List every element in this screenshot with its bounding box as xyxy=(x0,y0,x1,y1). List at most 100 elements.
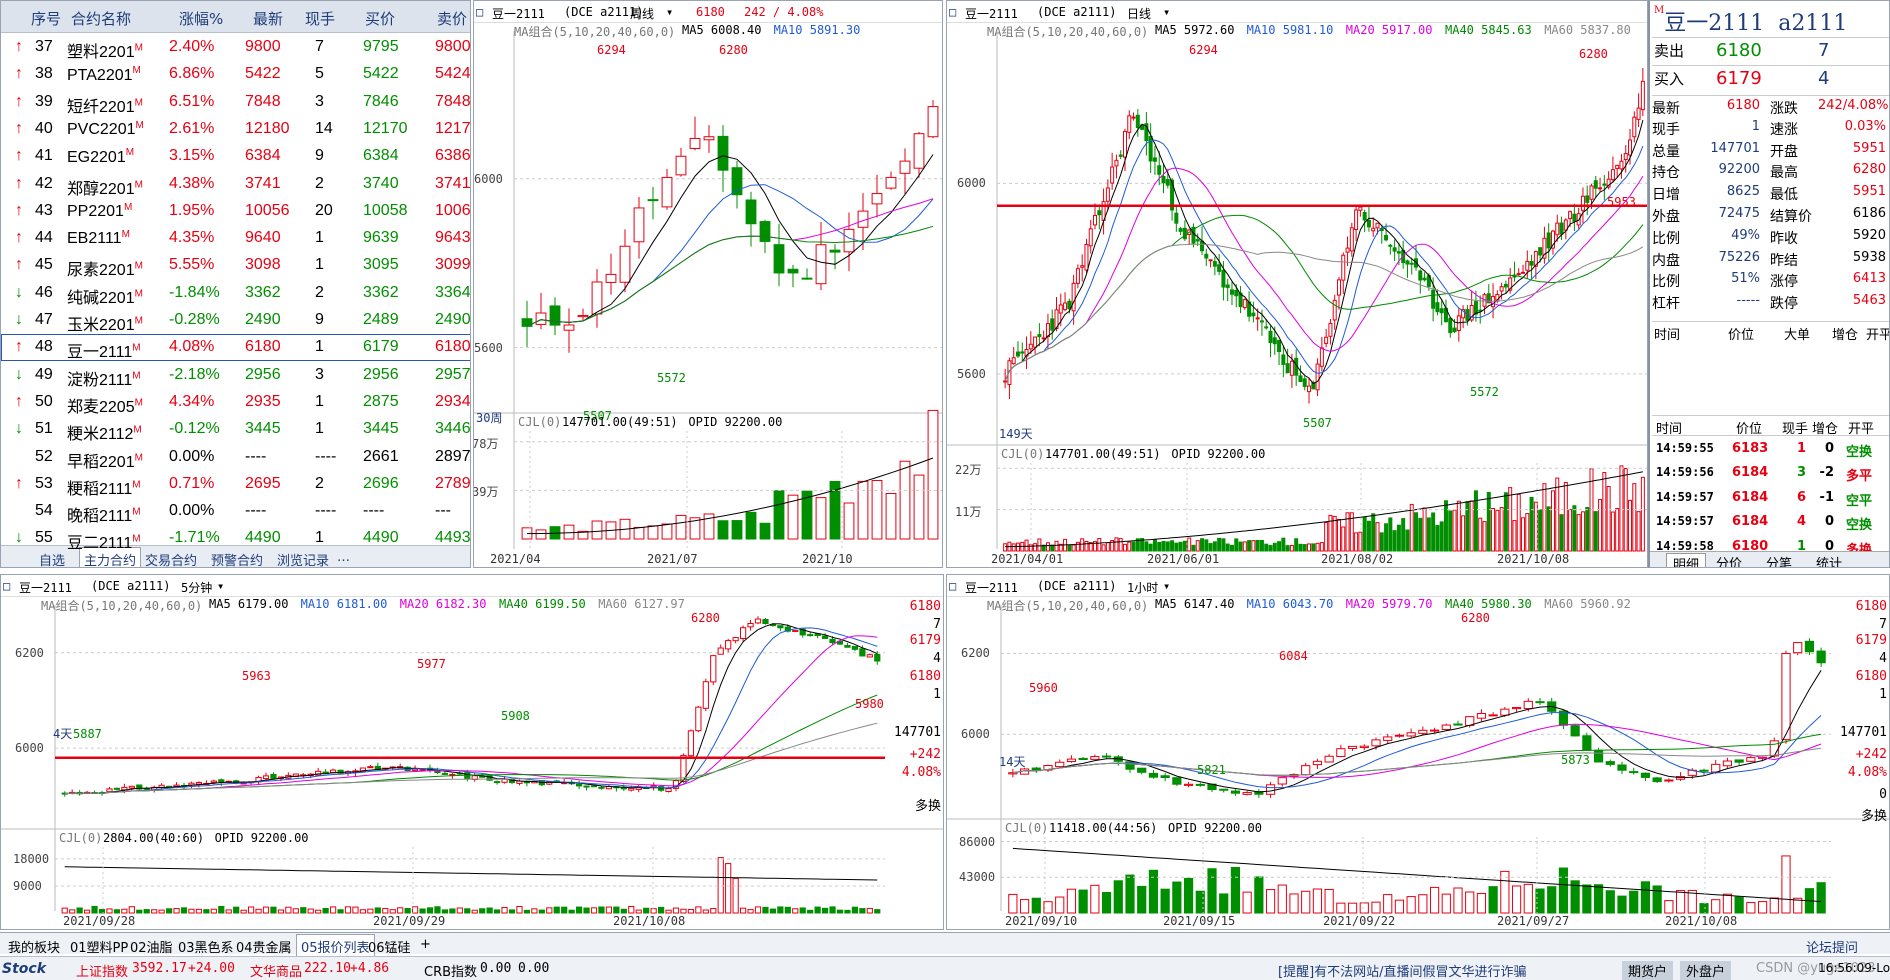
candle-body xyxy=(1568,211,1573,220)
quote-row[interactable]: ↑ 45 尿素2201M 5.55% 3098 1 3095 3099 xyxy=(1,252,470,279)
quote-col-header[interactable]: 现手 xyxy=(305,8,335,29)
notice-text[interactable]: [提醒]有不法网站/直播间假冒文华进行诈骗 xyxy=(1278,961,1527,980)
stat-row: 持仓 92200 最高 6280 xyxy=(1652,160,1889,181)
volume-bar xyxy=(1118,538,1123,552)
volume-tick-label: 78万 xyxy=(473,436,499,451)
candle-body xyxy=(1315,363,1320,391)
quote-row[interactable]: ↑ 43 PP2201M 1.95% 10056 20 10058 10060 xyxy=(1,198,470,225)
tick-oi-change: -1 xyxy=(1819,489,1834,505)
candle-body xyxy=(1448,317,1453,334)
bottom-tab[interactable]: 04贵金属 xyxy=(236,937,292,956)
quote-col-header[interactable]: 合约名称 xyxy=(71,8,131,29)
quote-row[interactable]: ↑ 50 郑麦2205M 4.34% 2935 1 2875 2934 xyxy=(1,389,470,416)
quote-row[interactable]: ↑ 44 EB2111M 4.35% 9640 1 9639 9643 xyxy=(1,225,470,252)
candle-body xyxy=(1285,363,1290,374)
quote-tab[interactable]: 自选 xyxy=(39,550,65,567)
candle-body xyxy=(1804,640,1815,653)
index-label[interactable]: 文华商品 xyxy=(250,961,302,980)
candle-body xyxy=(1734,759,1744,763)
quote-col-header[interactable]: 最新 xyxy=(253,8,283,29)
contract-name-text: EG2201 xyxy=(67,148,126,166)
quote-row[interactable]: ↓ 47 玉米2201M -0.28% 2490 9 2489 2490 xyxy=(1,307,470,334)
candle-body xyxy=(1383,736,1393,741)
futures-account-button[interactable]: 期货户 xyxy=(1622,961,1674,980)
info-tab[interactable]: 统计 xyxy=(1816,553,1842,567)
bottom-tab[interactable]: 02油脂 xyxy=(130,937,173,956)
price-annotation: 5963 xyxy=(242,669,271,683)
candle-body xyxy=(1396,251,1401,254)
quote-row[interactable]: 52 早稻2201M 0.00% ---- ---- 2661 2897 xyxy=(1,444,470,471)
quote-row[interactable]: ↓ 55 豆二2111M -1.71% 4490 1 4490 4493 xyxy=(1,525,470,552)
quote-row[interactable]: ↓ 49 淀粉2111M -2.18% 2956 3 2956 2957 xyxy=(1,362,470,389)
side-quote-value: +242 xyxy=(1855,747,1887,762)
stat-value: 6180 xyxy=(1726,98,1760,113)
info-tab[interactable]: 明细 xyxy=(1666,553,1707,567)
quote-tab[interactable]: 预警合约 xyxy=(211,550,263,567)
weekly-chart-panel[interactable]: □ 豆一2111 (DCE a2111) 周线 ▾ 6180 242 / 4.08% MA组合… xyxy=(473,0,943,568)
daily-chart-panel[interactable]: □ 豆一2111 (DCE a2111) 日线 ▾ MA组合(5,10,20,40,60,… xyxy=(946,0,1648,568)
stat-label: 总量 xyxy=(1652,143,1680,160)
bottom-tab[interactable]: 06锰硅 xyxy=(368,937,411,956)
candle-body xyxy=(821,635,829,639)
info-tab[interactable]: 分笔 xyxy=(1766,553,1792,567)
volume-bar xyxy=(1127,541,1132,552)
volume-bar xyxy=(1204,539,1209,552)
quote-tab[interactable]: 交易合约 xyxy=(145,550,197,567)
quote-row[interactable]: ↑ 38 PTA2201M 6.86% 5422 5 5422 5424 xyxy=(1,61,470,88)
stat-value: 92200 xyxy=(1718,162,1760,178)
quote-row[interactable]: ↑ 42 郑醇2201M 4.38% 3741 2 3740 3741 xyxy=(1,171,470,198)
add-tab-button[interactable]: + xyxy=(420,937,431,952)
index-label[interactable]: CRB指数 xyxy=(424,961,477,980)
quote-row[interactable]: 54 晚稻2111M 0.00% ---- ---- ---- --- xyxy=(1,498,470,525)
clock: 16:56:09-Local xyxy=(1818,961,1890,975)
contract-name-text: PVC2201 xyxy=(67,121,136,139)
quote-row[interactable]: ↑ 40 PVC2201M 2.61% 12180 14 12170 12175 xyxy=(1,116,470,143)
volume-bar xyxy=(1341,526,1346,552)
quote-col-header[interactable]: 卖价 xyxy=(437,8,467,29)
candle-body xyxy=(1585,195,1590,203)
volume-bar xyxy=(739,907,747,914)
main-contract-mark: M xyxy=(133,424,142,436)
quote-row[interactable]: ↑ 37 塑料2201M 2.40% 9800 7 9795 9800 xyxy=(1,34,470,61)
last-price: 2935 xyxy=(245,392,281,410)
volume-bar xyxy=(1508,487,1513,552)
candle-body xyxy=(1020,351,1025,354)
change-pct: -2.18% xyxy=(169,365,220,383)
y-tick-label: 6000 xyxy=(961,727,990,742)
quote-col-header[interactable]: 涨幅% xyxy=(179,8,223,29)
quote-row[interactable]: ↑ 48 豆一2111M 4.08% 6180 1 6179 6180 xyxy=(1,334,470,362)
quote-row[interactable]: ↑ 39 短纤2201M 6.51% 7848 3 7846 7848 xyxy=(1,89,470,116)
candle-body xyxy=(1476,713,1487,719)
bottom-tab[interactable]: 01塑料PP xyxy=(70,937,128,956)
info-tab[interactable]: 分价 xyxy=(1716,553,1742,567)
h1-chart-panel[interactable]: □ 豆一2111 (DCE a2111) 1小时 ▾ MA组合(5,10,20,40,60… xyxy=(946,574,1890,930)
up-arrow-icon: ↑ xyxy=(15,92,23,110)
tick-volume: 6 xyxy=(1796,489,1806,505)
change-pct: 2.61% xyxy=(169,119,215,137)
candle-body xyxy=(1075,268,1080,284)
quote-row[interactable]: ↑ 53 粳稻2111M 0.71% 2695 2 2696 2789 xyxy=(1,471,470,498)
quote-row[interactable]: ↓ 51 粳米2112M -0.12% 3445 1 3445 3446 xyxy=(1,416,471,443)
bottom-tab[interactable]: 我的板块 xyxy=(8,937,60,956)
volume-bar xyxy=(1542,483,1547,552)
quote-col-header[interactable]: 买价 xyxy=(365,8,395,29)
volume-bar xyxy=(1336,518,1341,552)
side-quote-value: 6180 xyxy=(1855,599,1887,614)
index-label[interactable]: 上证指数 xyxy=(76,961,128,980)
quote-row[interactable]: ↑ 41 EG2201M 3.15% 6384 9 6384 6386 xyxy=(1,143,470,170)
volume-bar xyxy=(359,909,367,914)
up-arrow-icon: ↑ xyxy=(15,174,23,192)
contract-name-text: 郑醇2201 xyxy=(67,180,135,198)
x-tick-label: 2021/08/02 xyxy=(1321,552,1394,566)
last-price: 5422 xyxy=(245,65,281,83)
quote-row[interactable]: ↓ 46 纯碱2201M -1.84% 3362 2 3362 3364 xyxy=(1,280,470,307)
foreign-account-button[interactable]: 外盘户 xyxy=(1680,961,1732,980)
m5-chart-panel[interactable]: □ 豆一2111 (DCE a2111) 5分钟 ▾ MA组合(5,10,20,40,60… xyxy=(0,574,944,930)
volume-bar xyxy=(1071,544,1076,552)
quote-tab[interactable]: 浏览记录 xyxy=(277,550,329,567)
ask-price: 3446 xyxy=(435,420,471,438)
bottom-tab[interactable]: 03黑色系 xyxy=(178,937,234,956)
quote-col-header[interactable]: 序号 xyxy=(31,8,61,29)
candle-body xyxy=(1529,261,1534,266)
forum-link[interactable]: 论坛提问 xyxy=(1806,937,1858,956)
